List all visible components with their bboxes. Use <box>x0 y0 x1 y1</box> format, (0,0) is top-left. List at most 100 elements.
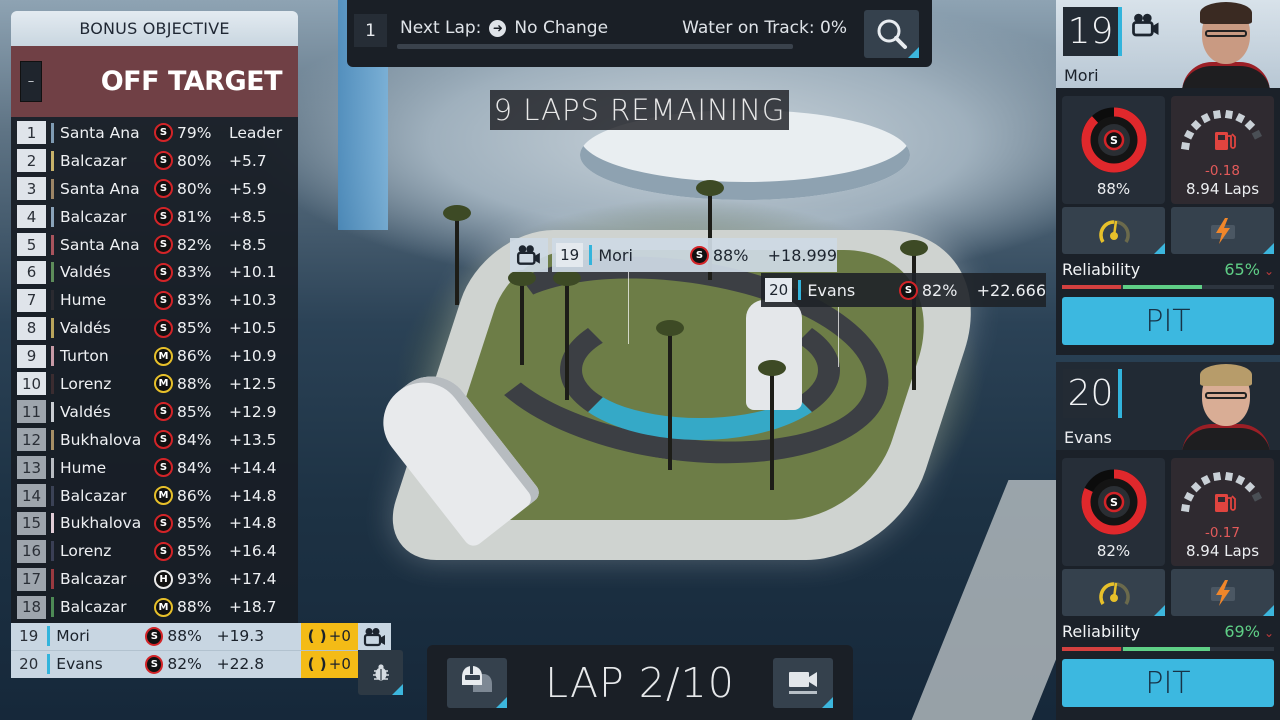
driver-name: Balcazar <box>60 207 127 226</box>
standings-row[interactable]: 7 Hume S 83% +10.3 <box>11 286 298 314</box>
tyre-compound-icon: S <box>154 318 173 338</box>
position-number: 1 <box>17 121 46 145</box>
standings-row[interactable]: 10 Lorenz M 88% +12.5 <box>11 370 298 398</box>
driving-style-button[interactable] <box>1062 207 1165 254</box>
track-tag-driver[interactable]: 19 Mori S 88% +18.999 <box>552 238 837 272</box>
collapse-button[interactable]: – <box>20 61 42 102</box>
tyre-compound-icon: S <box>154 262 173 282</box>
team-color-bar <box>51 569 54 590</box>
water-on-track: Water on Track: 0% <box>682 18 847 38</box>
ers-mode-button[interactable] <box>1171 207 1274 254</box>
reliability-bar-damage <box>1062 647 1122 651</box>
tyre-compound-icon: S <box>154 123 173 143</box>
tyre-compound-icon: H <box>154 569 173 589</box>
standings-row[interactable]: 15 Bukhalova S 85% +14.8 <box>11 509 298 537</box>
standings-row[interactable]: 18 Balcazar M 88% +18.7 <box>11 593 298 621</box>
button-corner-accent <box>1263 243 1274 254</box>
gap-to-leader: +12.9 <box>229 402 277 421</box>
standings-row[interactable]: 1 Santa Ana S 79% Leader <box>11 119 298 147</box>
camera-icon <box>516 245 540 265</box>
tag-camera-button[interactable] <box>510 238 548 272</box>
team-color-bar <box>51 234 54 255</box>
tyre-wear-value: 88% <box>1096 180 1131 198</box>
lap-index: 1 <box>354 14 387 47</box>
position-number: 13 <box>17 456 46 480</box>
driving-style-button[interactable] <box>1062 569 1165 616</box>
gap-to-leader: +17.4 <box>229 570 277 589</box>
tyre-wear: 83% <box>177 291 212 310</box>
camera-follow-button[interactable] <box>1131 12 1161 42</box>
gap-to-leader: +10.1 <box>229 263 277 282</box>
camera-view-button[interactable] <box>773 658 833 708</box>
tyre-compound-icon: S <box>154 458 173 478</box>
tyre-compound-icon: S <box>154 402 173 422</box>
driver-name: Hume <box>60 458 107 477</box>
driver-name: Hume <box>60 291 107 310</box>
camera-follow-button[interactable] <box>358 623 391 650</box>
tyre-wear: 86% <box>177 486 212 505</box>
tyre-compound-label: S <box>1110 496 1118 509</box>
position-number: 15 <box>17 511 46 535</box>
track-tag-driver[interactable]: 20 Evans S 82% +22.666 <box>761 273 1046 307</box>
driver-header: 20 Evans <box>1056 362 1280 450</box>
fuel-pump-icon <box>1214 494 1236 512</box>
position-number: 14 <box>17 484 46 508</box>
gap-to-leader: +10.5 <box>229 319 277 338</box>
position-number: 9 <box>17 344 46 368</box>
tyre-wear: 85% <box>177 319 212 338</box>
reliability-value: 65% <box>1224 260 1260 279</box>
tyre-wear: 93% <box>177 570 212 589</box>
pit-button[interactable]: PIT <box>1062 297 1274 345</box>
player-row[interactable]: 20 Evans S 82% +22.8 ( ) +0 <box>11 650 358 678</box>
ers-mode-button[interactable] <box>1171 569 1274 616</box>
driver-panel-19: 19 Mori S 88% -0.18 8.94 Laps Reliability 65%… <box>1056 0 1280 355</box>
reliability-bar-fill <box>1123 647 1211 651</box>
standings-row[interactable]: 17 Balcazar H 93% +17.4 <box>11 565 298 593</box>
standings-row[interactable]: 9 Turton M 86% +10.9 <box>11 342 298 370</box>
reliability-bar-fill <box>1123 285 1202 289</box>
palm-tree <box>656 320 684 470</box>
palm-tree <box>900 240 928 390</box>
position-number: 20 <box>765 278 793 302</box>
standings-row[interactable]: 13 Hume S 84% +14.4 <box>11 454 298 482</box>
tyre-wear-ring: S <box>1081 107 1146 173</box>
driver-name: Evans <box>1064 428 1112 447</box>
position-number: 6 <box>17 260 46 284</box>
standings-row[interactable]: 12 Bukhalova S 84% +13.5 <box>11 426 298 454</box>
standings-row[interactable]: 4 Balcazar S 81% +8.5 <box>11 203 298 231</box>
tyre-wear: 88% <box>177 374 212 393</box>
position-number: 3 <box>17 177 46 201</box>
speedometer-icon <box>1098 219 1130 243</box>
driver-name: Valdés <box>60 402 111 421</box>
zoom-button[interactable] <box>864 10 919 58</box>
team-color-bar <box>51 262 54 283</box>
standings-row[interactable]: 5 Santa Ana S 82% +8.5 <box>11 231 298 259</box>
reliability-bar <box>1062 285 1274 289</box>
debug-button[interactable] <box>358 650 403 695</box>
standings-row[interactable]: 6 Valdés S 83% +10.1 <box>11 258 298 286</box>
standings-row[interactable]: 11 Valdés S 85% +12.9 <box>11 398 298 426</box>
standings-row[interactable]: 8 Valdés S 85% +10.5 <box>11 314 298 342</box>
standings-row[interactable]: 16 Lorenz S 85% +16.4 <box>11 537 298 565</box>
standings-row[interactable]: 14 Balcazar M 86% +14.8 <box>11 482 298 510</box>
tyre-compound-icon: S <box>690 245 709 265</box>
driver-panel-20: 20 Evans S 82% -0.17 8.94 Laps Reliability 69… <box>1056 362 1280 720</box>
standings-row[interactable]: 3 Santa Ana S 80% +5.9 <box>11 175 298 203</box>
fuel-laps: 8.94 Laps <box>1185 542 1260 560</box>
tyre-compound-icon: S <box>899 280 918 300</box>
bonus-value: +0 <box>328 655 351 674</box>
car-number: 19 <box>1063 7 1118 56</box>
gap-to-leader: +22.8 <box>216 655 265 674</box>
gap-to-leader: +10.3 <box>229 291 277 310</box>
tyre-wear: 80% <box>177 179 212 198</box>
pit-button[interactable]: PIT <box>1062 659 1274 707</box>
team-color-bar <box>51 513 54 534</box>
next-lap-value: No Change <box>514 18 609 38</box>
driver-name: Santa Ana <box>60 179 140 198</box>
arrow-right-icon: ➜ <box>489 19 507 37</box>
gap-to-leader: +22.666 <box>976 280 1046 300</box>
tyre-compound-icon: M <box>154 486 173 506</box>
tyre-wear: 88% <box>712 245 749 265</box>
standings-row[interactable]: 2 Balcazar S 80% +5.7 <box>11 147 298 175</box>
player-row[interactable]: 19 Mori S 88% +19.3 ( ) +0 <box>11 622 358 651</box>
